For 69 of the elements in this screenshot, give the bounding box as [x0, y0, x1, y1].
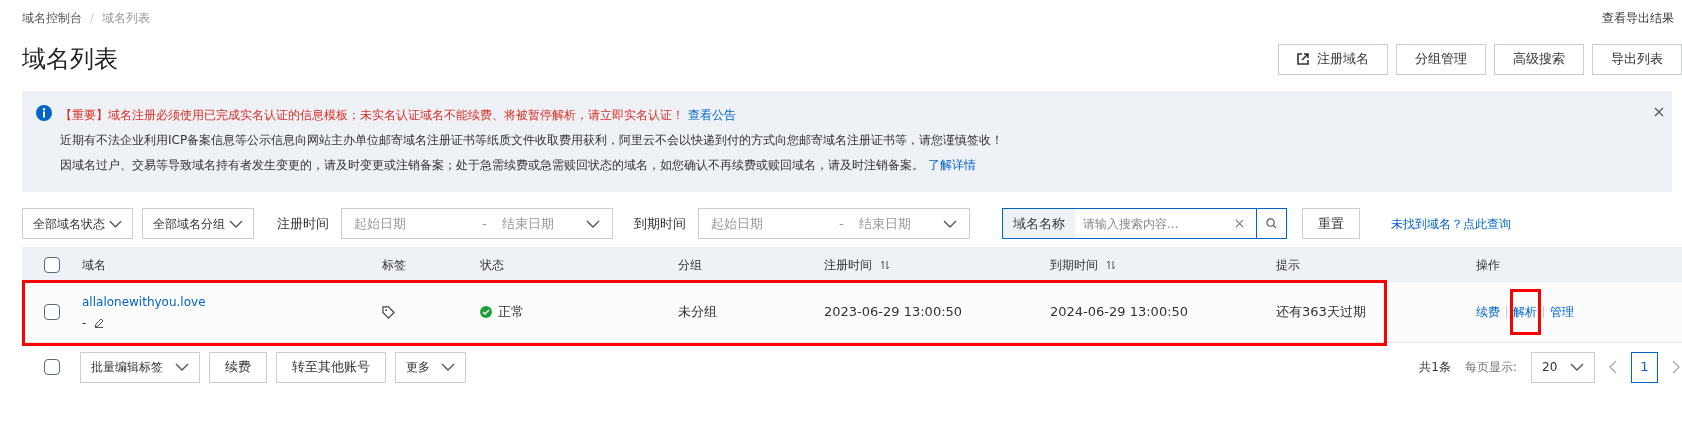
breadcrumb-separator: / — [90, 10, 95, 27]
external-link-icon — [1297, 53, 1309, 65]
action-link[interactable]: 解析 — [1513, 303, 1537, 321]
notice-text: 【重要】域名注册必须使用已完成实名认证的信息模板；未实名认证域名不能续费、将被暂停解析，请立即实名认证！ — [60, 107, 684, 124]
date-cell: 2023-06-29 13:00:50 — [824, 304, 963, 320]
column-header: 提示 — [1276, 256, 1300, 274]
filter-label: 注册时间 — [277, 214, 329, 233]
notice-link[interactable]: 查看公告 — [688, 103, 736, 128]
reset-button[interactable]: 重置 — [1302, 208, 1360, 239]
remark-text: - — [82, 314, 87, 332]
search-icon — [1266, 218, 1277, 229]
action-link[interactable]: 续费 — [1476, 303, 1500, 321]
close-icon[interactable] — [1654, 107, 1664, 117]
dropdown-select[interactable]: 批量编辑标签 — [80, 351, 200, 383]
date-cell: 2024-06-29 13:00:50 — [1050, 304, 1189, 320]
check-circle-icon — [480, 306, 492, 318]
page-size-label: 每页显示: — [1464, 359, 1517, 376]
page-title: 域名列表 — [22, 44, 118, 75]
tag-icon[interactable] — [382, 305, 395, 319]
clear-icon[interactable] — [1235, 219, 1244, 228]
sort-icon[interactable] — [1106, 259, 1116, 270]
dropdown-select[interactable]: 全部域名分组 — [142, 208, 254, 239]
field-label: 域名名称 — [1003, 209, 1075, 238]
chevron-down-icon — [441, 363, 455, 371]
chevron-down-icon — [175, 363, 189, 371]
breadcrumb-item: 域名列表 — [102, 10, 151, 27]
column-header: 域名 — [82, 256, 106, 274]
checkbox[interactable] — [44, 304, 60, 320]
chevron-down-icon — [1570, 363, 1584, 371]
column-header[interactable]: 注册时间 — [824, 255, 872, 274]
page-button[interactable]: 1 — [1631, 351, 1658, 383]
info-icon — [36, 105, 52, 121]
checkbox[interactable] — [44, 256, 60, 273]
column-header[interactable]: 到期时间 — [1050, 255, 1098, 274]
breadcrumb-item[interactable]: 域名控制台 — [22, 9, 82, 27]
export-results-link[interactable]: 查看导出结果 — [1602, 9, 1674, 27]
notice-text: 近期有不法企业利用ICP备案信息等公示信息向网站主办单位邮寄域名注册证书等纸质文件收取费用获利，阿里云不会以快递到付的方式向您邮寄域名注册证书等，请您谨慎签收！ — [60, 132, 1004, 149]
chevron-down-icon — [943, 219, 957, 228]
toolbar-button[interactable]: 高级搜索 — [1494, 43, 1584, 75]
group-cell: 未分组 — [678, 304, 717, 320]
chevron-down-icon — [586, 219, 600, 228]
domain-lookup-link[interactable]: 未找到域名？点此查询 — [1391, 214, 1511, 233]
batch-button[interactable]: 转至其他账号 — [276, 351, 386, 383]
column-header: 操作 — [1476, 256, 1500, 274]
notice-text: 因域名过户、交易等导致域名持有者发生变更的，请及时变更或注销备案；处于急需续费或急需赎回状态的域名，如您确认不再续费或赎回域名，请及时注销备案。 — [60, 157, 924, 174]
edit-icon[interactable] — [94, 317, 105, 328]
hint-cell: 还有363天过期 — [1276, 304, 1366, 320]
dropdown-select[interactable]: 更多 — [395, 351, 466, 383]
search-field[interactable]: 域名名称 请输入搜索内容... — [1002, 208, 1287, 239]
total-count: 共1条 — [1419, 359, 1451, 376]
notice-link[interactable]: 了解详情 — [928, 153, 976, 178]
dropdown-select[interactable]: 全部域名状态 — [22, 208, 133, 239]
chevron-down-icon — [109, 219, 122, 228]
search-input[interactable]: 请输入搜索内容... — [1075, 214, 1235, 233]
column-header: 状态 — [480, 256, 504, 274]
checkbox[interactable] — [44, 359, 60, 375]
action-link[interactable]: 管理 — [1550, 303, 1574, 321]
filter-label: 到期时间 — [634, 214, 686, 233]
batch-button[interactable]: 续费 — [209, 351, 267, 383]
sort-icon[interactable] — [880, 259, 890, 270]
domain-link[interactable]: allalonewithyou.love — [82, 292, 206, 311]
column-header: 分组 — [678, 256, 702, 274]
chevron-down-icon — [229, 219, 243, 228]
column-header: 标签 — [382, 256, 406, 274]
toolbar-button[interactable]: 分组管理 — [1396, 43, 1486, 75]
toolbar-button[interactable]: 导出列表 — [1592, 43, 1682, 75]
dropdown-select[interactable]: 20 — [1531, 351, 1595, 383]
status-text: 正常 — [498, 303, 524, 322]
toolbar-button[interactable]: 注册域名 — [1278, 43, 1388, 75]
